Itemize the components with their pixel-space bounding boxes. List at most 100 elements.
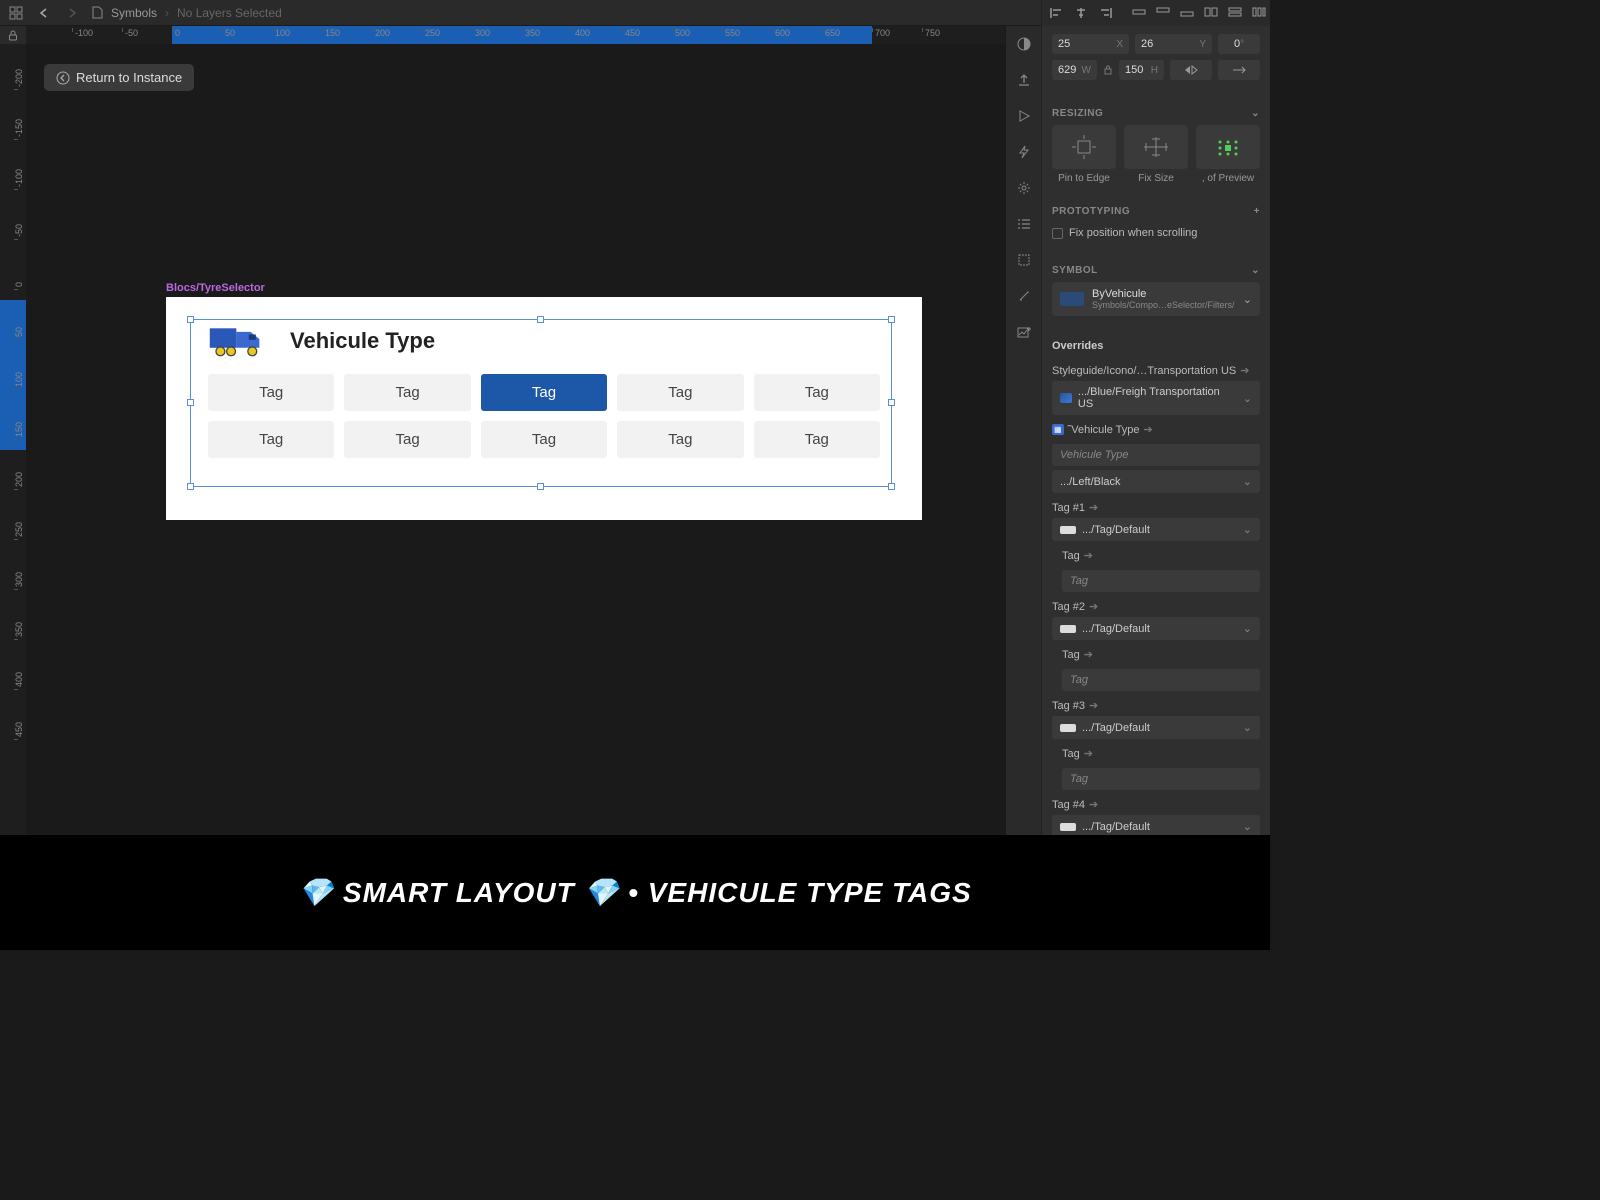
position-x-field[interactable]: 25X [1052, 34, 1129, 54]
flip-v-icon[interactable] [1218, 60, 1260, 80]
override-tag-label[interactable]: Tag #2➔ [1052, 592, 1260, 617]
chevron-down-icon: ⌄ [1243, 523, 1252, 536]
position-y-field[interactable]: 26Y [1135, 34, 1212, 54]
align-right-icon[interactable] [1098, 7, 1112, 19]
symbol-badge-icon: ▦ [1052, 424, 1064, 435]
back-icon[interactable] [36, 5, 52, 21]
ruler-vertical[interactable]: -200-150-100-500501001502002503003504004… [0, 44, 26, 950]
align-opt-5-icon[interactable] [1228, 7, 1242, 19]
selection-handle[interactable] [187, 483, 194, 490]
lock-aspect-icon[interactable] [1103, 60, 1113, 80]
align-opt-4-icon[interactable] [1204, 7, 1218, 19]
goto-icon[interactable]: ➔ [1089, 699, 1098, 712]
selection-handle[interactable] [888, 399, 895, 406]
return-to-instance-button[interactable]: Return to Instance [44, 64, 194, 91]
ruler-tick: 650 [822, 28, 840, 32]
fix-position-checkbox[interactable]: Fix position when scrolling [1052, 223, 1260, 243]
ruler-tick: 150 [14, 422, 18, 440]
vehicule-type-input[interactable]: Vehicule Type [1052, 444, 1260, 466]
override-tag-field-label[interactable]: Tag➔ [1062, 739, 1260, 764]
selection-handle[interactable] [537, 483, 544, 490]
override-vehicule-type-label[interactable]: ▦ ˜Vehicule Type ➔ [1052, 415, 1260, 440]
ruler-tick: 300 [472, 28, 490, 32]
chevron-down-icon[interactable]: ⌄ [1251, 108, 1260, 119]
override-tag-input[interactable]: Tag [1062, 570, 1260, 592]
gear-icon[interactable] [1016, 180, 1032, 196]
ruler-tick: 50 [222, 28, 235, 32]
goto-icon[interactable]: ➔ [1089, 798, 1098, 811]
align-opt-2-icon[interactable] [1156, 7, 1170, 19]
prototyping-section-title: PROTOTYPING + [1052, 200, 1260, 223]
override-tag-label[interactable]: Tag #4➔ [1052, 790, 1260, 815]
goto-icon[interactable]: ➔ [1144, 423, 1153, 436]
goto-icon[interactable]: ➔ [1084, 747, 1093, 760]
ruler-tick: 0 [14, 282, 18, 290]
section-dropdown[interactable]: .../Left/Black ⌄ [1052, 470, 1260, 493]
align-opt-3-icon[interactable] [1180, 7, 1194, 19]
return-arrow-icon [56, 71, 70, 85]
ruler-origin[interactable] [0, 26, 26, 44]
page-icon [92, 6, 103, 19]
image-add-icon[interactable] [1016, 324, 1032, 340]
ruler-tick: 200 [14, 472, 18, 490]
ruler-tick: 200 [372, 28, 390, 32]
override-tag-dropdown[interactable]: .../Tag/Default⌄ [1052, 518, 1260, 541]
goto-icon[interactable]: ➔ [1084, 549, 1093, 562]
flip-h-icon[interactable] [1170, 60, 1212, 80]
override-tag-dropdown[interactable]: .../Tag/Default⌄ [1052, 716, 1260, 739]
fix-size-option[interactable]: Fix Size [1124, 125, 1188, 184]
override-tag-dropdown[interactable]: .../Tag/Default⌄ [1052, 617, 1260, 640]
align-left-icon[interactable] [1050, 7, 1064, 19]
selection-bounds [190, 319, 892, 487]
goto-icon[interactable]: ➔ [1089, 600, 1098, 613]
override-style-dropdown[interactable]: .../Blue/Freigh Transportation US ⌄ [1052, 381, 1260, 415]
override-tag-label[interactable]: Tag #3➔ [1052, 691, 1260, 716]
breadcrumb: Symbols › No Layers Selected [92, 6, 282, 20]
goto-icon[interactable]: ➔ [1084, 648, 1093, 661]
preview-option[interactable]: , of Preview [1196, 125, 1260, 184]
override-tag-input[interactable]: Tag [1062, 669, 1260, 691]
selection-handle[interactable] [537, 316, 544, 323]
add-icon[interactable]: + [1254, 206, 1260, 217]
selection-handle[interactable] [888, 483, 895, 490]
override-tag-input[interactable]: Tag [1062, 768, 1260, 790]
ruler-tick: 700 [872, 28, 890, 32]
override-tag-field-label[interactable]: Tag➔ [1062, 541, 1260, 566]
selection-handle[interactable] [187, 316, 194, 323]
ruler-tick: -150 [14, 119, 18, 140]
width-field[interactable]: 629W [1052, 60, 1097, 80]
rotation-field[interactable]: 0° [1218, 34, 1260, 54]
align-opt-6-icon[interactable] [1252, 7, 1266, 19]
height-field[interactable]: 150H [1119, 60, 1164, 80]
chevron-down-icon[interactable]: ⌄ [1251, 265, 1260, 276]
canvas[interactable]: Return to Instance Blocs/TyreSelector Ve… [26, 44, 1005, 950]
goto-icon[interactable]: ➔ [1240, 364, 1249, 377]
export-icon[interactable] [1016, 72, 1032, 88]
selection-handle[interactable] [187, 399, 194, 406]
override-style-label[interactable]: Styleguide/Icono/…Transportation US ➔ [1052, 356, 1260, 381]
ruler-tick: 750 [922, 28, 940, 32]
artboard-label[interactable]: Blocs/TyreSelector [166, 282, 265, 294]
override-tag-label[interactable]: Tag #1➔ [1052, 493, 1260, 518]
align-opt-1-icon[interactable] [1132, 7, 1146, 19]
override-tag-field-label[interactable]: Tag➔ [1062, 640, 1260, 665]
pin-to-edge-option[interactable]: Pin to Edge [1052, 125, 1116, 184]
contrast-icon[interactable] [1016, 36, 1032, 52]
breadcrumb-doc[interactable]: Symbols [111, 6, 157, 20]
ruler-tick: 100 [14, 372, 18, 390]
selection-handle[interactable] [888, 316, 895, 323]
align-center-h-icon[interactable] [1074, 7, 1088, 19]
ruler-tick: 450 [622, 28, 640, 32]
grid-icon[interactable] [8, 5, 24, 21]
bolt-icon[interactable] [1016, 144, 1032, 160]
ruler-horizontal[interactable]: -100-50050100150200250300350400450500550… [26, 26, 1005, 44]
lock-icon [8, 30, 18, 41]
goto-icon[interactable]: ➔ [1089, 501, 1098, 514]
select-icon[interactable] [1016, 252, 1032, 268]
play-preview-icon[interactable] [1016, 108, 1032, 124]
forward-icon[interactable] [64, 5, 80, 21]
ruler-tick: 550 [722, 28, 740, 32]
symbol-selector[interactable]: ByVehicule Symbols/Compo…eSelector/Filte… [1052, 282, 1260, 316]
list-icon[interactable] [1016, 216, 1032, 232]
link-icon[interactable] [1016, 288, 1032, 304]
